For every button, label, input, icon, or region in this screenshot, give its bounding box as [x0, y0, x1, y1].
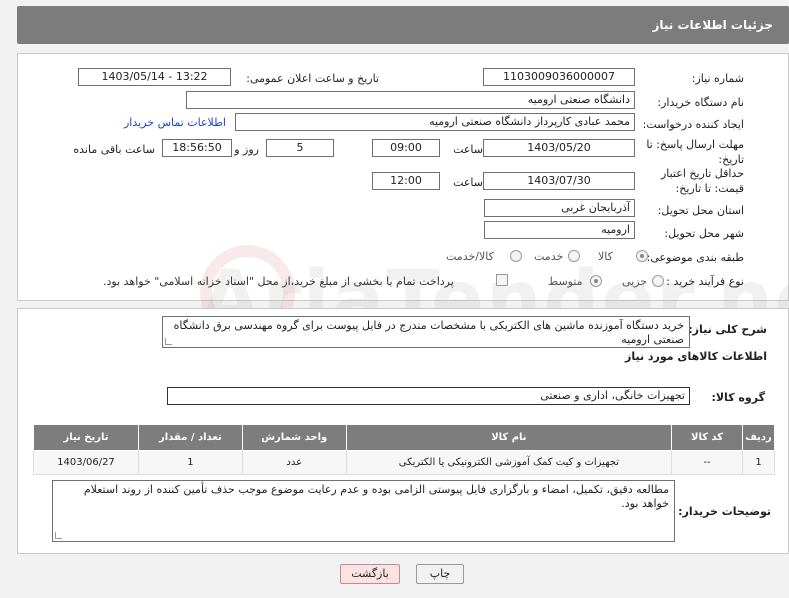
goods-table: ردیف کد کالا نام کالا واحد شمارش تعداد /… — [33, 424, 775, 475]
cell-unit: عدد — [241, 450, 347, 475]
deadline-date-field: 1403/05/20 — [483, 139, 635, 157]
description-textarea[interactable]: خرید دستگاه آموزنده ماشین های الکتریکی ب… — [162, 316, 690, 348]
need-number-field: 1103009036000007 — [483, 68, 635, 86]
contact-buyer-link[interactable]: اطلاعات تماس خریدار — [124, 116, 226, 129]
cell-name: تجهیزات و کیت کمک آموزشی الکترونیکی یا ا… — [345, 450, 673, 475]
announce-label: تاریخ و ساعت اعلان عمومی: — [246, 72, 379, 85]
category-label: طبقه بندی موضوعی: — [646, 251, 744, 264]
validity-time-label: ساعت — [453, 176, 483, 189]
goods-group-label: گروه کالا: — [711, 391, 765, 404]
buyer-org-label: نام دستگاه خریدار: — [657, 96, 744, 109]
process-medium-label: متوسط — [548, 275, 583, 288]
validity-label: حداقل تاریخ اعتبار قیمت: تا تاریخ: — [660, 167, 744, 195]
cell-date: 1403/06/27 — [33, 450, 139, 475]
col-unit: واحد شمارش — [241, 424, 347, 451]
back-button[interactable]: بازگشت — [340, 564, 400, 584]
deadline-label: مهلت ارسال پاسخ: تا تاریخ: — [646, 138, 744, 166]
remaining-time-field: 18:56:50 — [162, 139, 232, 157]
page-title: جزئیات اطلاعات نیاز — [652, 18, 773, 32]
process-medium-radio[interactable] — [590, 275, 602, 287]
table-header-row: ردیف کد کالا نام کالا واحد شمارش تعداد /… — [33, 424, 775, 451]
cell-code: -- — [671, 450, 744, 475]
col-name: نام کالا — [345, 424, 673, 451]
col-code: کد کالا — [671, 424, 744, 451]
category-goods-radio[interactable] — [636, 250, 648, 262]
description-text: خرید دستگاه آموزنده ماشین های الکتریکی ب… — [173, 319, 684, 346]
page-header: جزئیات اطلاعات نیاز — [17, 6, 789, 44]
treasury-payment-note: پرداخت تمام یا بخشی از مبلغ خرید،از محل … — [103, 275, 454, 288]
announce-field: 1403/05/14 - 13:22 — [78, 68, 231, 86]
description-label: شرح کلی نیاز: — [688, 323, 767, 336]
buyer-notes-text: مطالعه دقیق، تکمیل، امضاء و بارگزاری فای… — [83, 483, 669, 510]
process-minor-radio[interactable] — [652, 275, 664, 287]
province-field: آذربایجان غربی — [484, 199, 635, 217]
buyer-notes-textarea[interactable]: مطالعه دقیق، تکمیل، امضاء و بارگزاری فای… — [52, 480, 675, 542]
process-label: نوع فرآیند خرید : — [666, 275, 744, 288]
remaining-label: ساعت باقی مانده — [73, 143, 155, 156]
category-both-label: کالا/خدمت — [446, 250, 494, 263]
province-label: استان محل تحویل: — [657, 204, 744, 217]
resize-handle-icon[interactable] — [55, 532, 62, 539]
city-field: ارومیه — [484, 221, 635, 239]
days-label: روز و — [234, 143, 259, 156]
goods-section-title: اطلاعات کالاهای مورد نیاز — [625, 350, 767, 363]
need-number-label: شماره نیاز: — [691, 72, 744, 85]
process-minor-label: جزیی — [622, 275, 648, 288]
category-service-label: خدمت — [534, 250, 564, 263]
validity-date-field: 1403/07/30 — [483, 172, 635, 190]
col-row: ردیف — [742, 424, 775, 451]
buyer-notes-label: توضیحات خریدار: — [678, 505, 771, 518]
buyer-org-field: دانشگاه صنعتی ارومیه — [186, 91, 635, 109]
col-date: تاریخ نیاز — [33, 424, 139, 451]
print-button[interactable]: چاپ — [416, 564, 464, 584]
table-row: 1 -- تجهیزات و کیت کمک آموزشی الکترونیکی… — [33, 450, 775, 475]
city-label: شهر محل تحویل: — [664, 227, 744, 240]
col-qty: تعداد / مقدار — [137, 424, 243, 451]
creator-label: ایجاد کننده درخواست: — [642, 118, 744, 131]
category-both-radio[interactable] — [510, 250, 522, 262]
deadline-time-field: 09:00 — [372, 139, 440, 157]
cell-qty: 1 — [137, 450, 243, 475]
category-service-radio[interactable] — [568, 250, 580, 262]
validity-time-field: 12:00 — [372, 172, 440, 190]
category-goods-label: کالا — [598, 250, 613, 263]
deadline-time-label: ساعت — [453, 143, 483, 156]
resize-handle-icon[interactable] — [165, 338, 172, 345]
treasury-payment-checkbox[interactable] — [496, 274, 508, 286]
cell-row: 1 — [742, 450, 775, 475]
goods-group-field: تجهیزات خانگی، اداری و صنعتی — [167, 387, 690, 405]
days-field: 5 — [266, 139, 334, 157]
creator-field: محمد عبادی کارپرداز دانشگاه صنعتی ارومیه — [235, 113, 635, 131]
